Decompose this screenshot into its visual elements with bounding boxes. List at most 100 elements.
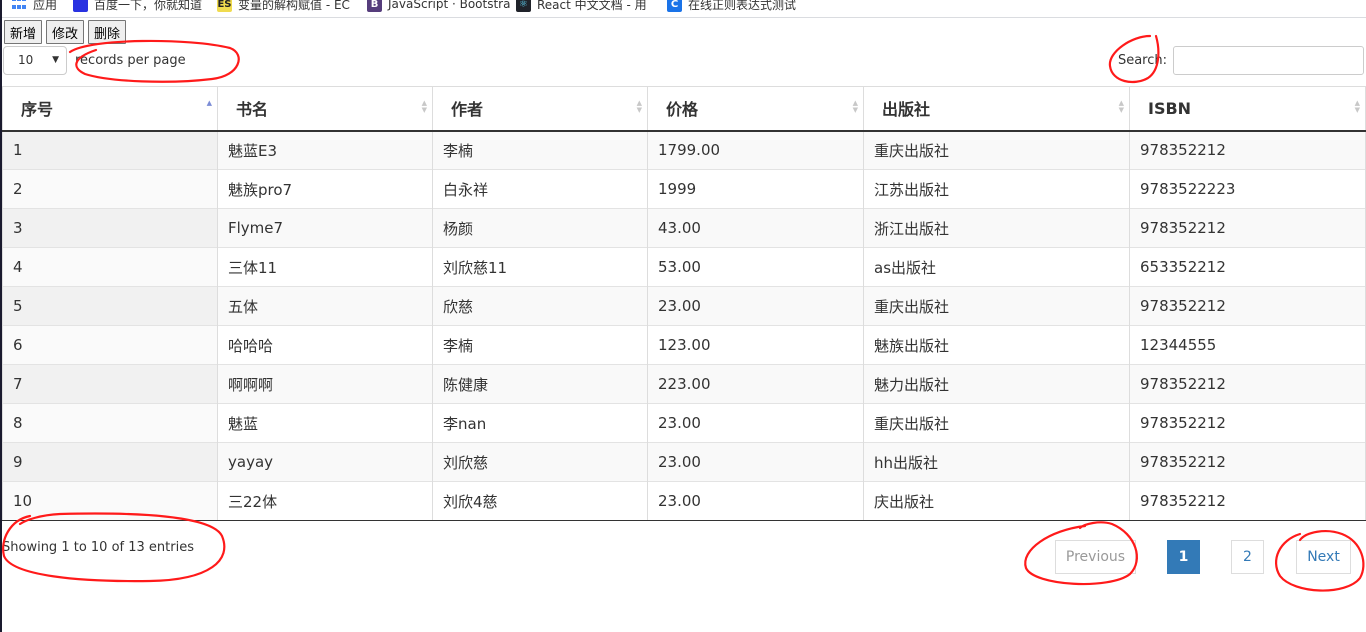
cell-title: 魅族pro7 — [217, 169, 433, 209]
table-row[interactable]: 4 三体11 刘欣慈11 53.00 as出版社 653352212 — [2, 247, 1366, 287]
sort-both-icon: ▲ ▼ — [852, 99, 858, 114]
search-label: Search: — [1117, 53, 1167, 68]
bookmark-regex[interactable]: C 在线正则表达式测试 — [667, 0, 796, 15]
cell-index: 10 — [2, 481, 218, 521]
page-length-label: records per page — [75, 53, 186, 68]
cell-title: Flyme7 — [217, 208, 433, 248]
table-info: Showing 1 to 10 of 13 entries — [2, 540, 194, 555]
bookmark-apps[interactable]: 应用 — [12, 0, 57, 15]
cell-author: 白永祥 — [432, 169, 648, 209]
books-table: 序号 ▲ 书名 ▲ ▼ 作者 ▲ ▼ 价格 ▲ ▼ 出版社 ▲ ▼ ISBN ▲ ▼ 1 魅蓝E3 李楠 1… — [2, 86, 1366, 521]
table-row[interactable]: 2 魅族pro7 白永祥 1999 江苏出版社 9783522223 — [2, 169, 1366, 209]
bookmark-label: 变量的解构赋值 - EC — [238, 0, 350, 12]
cell-title: 魅蓝 — [217, 403, 433, 443]
previous-button[interactable]: Previous — [1055, 540, 1136, 574]
table-row[interactable]: 7 啊啊啊 陈健康 223.00 魅力出版社 978352212 — [2, 364, 1366, 404]
column-header-title[interactable]: 书名 ▲ ▼ — [217, 86, 433, 132]
cell-title: yayay — [217, 442, 433, 482]
bookmark-baidu[interactable]: 百度一下，你就知道 — [73, 0, 202, 15]
bootstrap-icon: B — [367, 0, 382, 12]
table-body: 1 魅蓝E3 李楠 1799.00 重庆出版社 978352212 2 魅族pro7 白永祥 19… — [2, 130, 1366, 521]
table-row[interactable]: 8 魅蓝 李nan 23.00 重庆出版社 978352212 — [2, 403, 1366, 443]
page-button-2[interactable]: 2 — [1231, 540, 1264, 574]
cell-isbn: 653352212 — [1129, 247, 1366, 287]
page-button-1[interactable]: 1 — [1167, 540, 1200, 574]
column-header-isbn[interactable]: ISBN ▲ ▼ — [1129, 86, 1366, 132]
cell-author: 刘欣慈 — [432, 442, 648, 482]
column-header-index[interactable]: 序号 ▲ — [2, 86, 218, 132]
add-button[interactable]: 新增 — [4, 20, 43, 44]
cell-author: 李nan — [432, 403, 648, 443]
cell-index: 7 — [2, 364, 218, 404]
cell-index: 4 — [2, 247, 218, 287]
cell-title: 三22体 — [217, 481, 433, 521]
cell-index: 8 — [2, 403, 218, 443]
cell-isbn: 978352212 — [1129, 130, 1366, 170]
bookmark-bootstrap[interactable]: B JavaScript · Bootstra — [367, 0, 510, 15]
cell-isbn: 978352212 — [1129, 481, 1366, 521]
action-toolbar: 新增 修改 删除 — [4, 20, 127, 44]
cell-price: 23.00 — [647, 481, 864, 521]
next-button[interactable]: Next — [1296, 540, 1351, 574]
cell-price: 53.00 — [647, 247, 864, 287]
cell-author: 欣慈 — [432, 286, 648, 326]
column-header-price[interactable]: 价格 ▲ ▼ — [647, 86, 864, 132]
cell-publisher: 浙江出版社 — [863, 208, 1130, 248]
edit-button[interactable]: 修改 — [46, 20, 85, 44]
column-header-author[interactable]: 作者 ▲ ▼ — [432, 86, 648, 132]
cell-isbn: 12344555 — [1129, 325, 1366, 365]
table-row[interactable]: 1 魅蓝E3 李楠 1799.00 重庆出版社 978352212 — [2, 130, 1366, 170]
es-icon: ES — [217, 0, 232, 12]
column-header-publisher[interactable]: 出版社 ▲ ▼ — [863, 86, 1130, 132]
cell-isbn: 978352212 — [1129, 403, 1366, 443]
cell-price: 223.00 — [647, 364, 864, 404]
sort-both-icon: ▲ ▼ — [636, 99, 642, 114]
cell-publisher: 魅族出版社 — [863, 325, 1130, 365]
cell-publisher: 重庆出版社 — [863, 130, 1130, 170]
table-row[interactable]: 10 三22体 刘欣4慈 23.00 庆出版社 978352212 — [2, 481, 1366, 521]
sort-asc-icon: ▲ — [206, 99, 212, 107]
table-row[interactable]: 3 Flyme7 杨颜 43.00 浙江出版社 978352212 — [2, 208, 1366, 248]
cell-price: 23.00 — [647, 403, 864, 443]
cell-author: 陈健康 — [432, 364, 648, 404]
cell-isbn: 978352212 — [1129, 208, 1366, 248]
bookmark-es[interactable]: ES 变量的解构赋值 - EC — [217, 0, 350, 15]
cell-price: 1799.00 — [647, 130, 864, 170]
cell-price: 123.00 — [647, 325, 864, 365]
page-length-select[interactable]: 10 ▼ — [3, 46, 67, 75]
cell-price: 23.00 — [647, 286, 864, 326]
bookmark-react[interactable]: ⚛ React 中文文档 - 用 — [516, 0, 647, 15]
cell-publisher: 江苏出版社 — [863, 169, 1130, 209]
bookmark-label: 百度一下，你就知道 — [94, 0, 203, 12]
react-icon: ⚛ — [516, 0, 531, 12]
search-input[interactable] — [1173, 46, 1364, 75]
bookmark-label: 应用 — [33, 0, 58, 12]
window-left-edge — [0, 0, 2, 632]
cell-price: 1999 — [647, 169, 864, 209]
cell-author: 刘欣慈11 — [432, 247, 648, 287]
cell-title: 哈哈哈 — [217, 325, 433, 365]
delete-button[interactable]: 删除 — [88, 20, 127, 44]
search-control: Search: — [1118, 46, 1364, 75]
cell-publisher: 重庆出版社 — [863, 286, 1130, 326]
table-row[interactable]: 9 yayay 刘欣慈 23.00 hh出版社 978352212 — [2, 442, 1366, 482]
cell-index: 2 — [2, 169, 218, 209]
cell-isbn: 978352212 — [1129, 442, 1366, 482]
sort-both-icon: ▲ ▼ — [1354, 99, 1360, 114]
cell-author: 李楠 — [432, 130, 648, 170]
cell-author: 刘欣4慈 — [432, 481, 648, 521]
bookmarks-bar: 应用 百度一下，你就知道 ES 变量的解构赋值 - EC B JavaScrip… — [0, 0, 1366, 18]
cell-index: 3 — [2, 208, 218, 248]
sort-both-icon: ▲ ▼ — [1118, 99, 1124, 114]
cell-publisher: hh出版社 — [863, 442, 1130, 482]
cell-isbn: 9783522223 — [1129, 169, 1366, 209]
page-length-control: 10 ▼ records per page — [3, 46, 186, 75]
table-row[interactable]: 5 五体 欣慈 23.00 重庆出版社 978352212 — [2, 286, 1366, 326]
table-row[interactable]: 6 哈哈哈 李楠 123.00 魅族出版社 12344555 — [2, 325, 1366, 365]
bookmark-label: 在线正则表达式测试 — [688, 0, 797, 12]
cell-isbn: 978352212 — [1129, 286, 1366, 326]
bookmark-label: JavaScript · Bootstra — [388, 0, 511, 11]
apps-icon — [12, 0, 27, 12]
page-length-value: 10 — [18, 53, 34, 67]
table-header-row: 序号 ▲ 书名 ▲ ▼ 作者 ▲ ▼ 价格 ▲ ▼ 出版社 ▲ ▼ ISBN ▲ ▼ — [2, 86, 1366, 132]
